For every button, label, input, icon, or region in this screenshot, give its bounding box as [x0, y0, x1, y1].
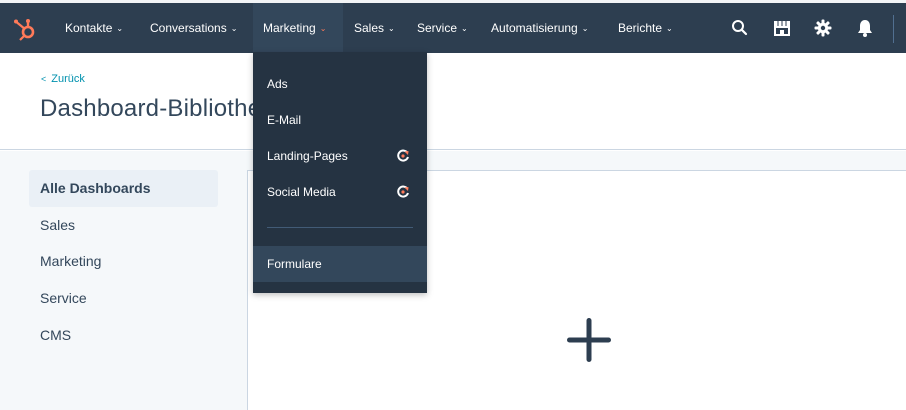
nav-label: Berichte	[618, 21, 663, 35]
menu-item-social-media[interactable]: Social Media	[253, 174, 427, 210]
chevron-down-icon: ⌄	[319, 24, 327, 33]
nav-label: Sales	[354, 21, 385, 35]
nav-item-sales[interactable]: Sales ⌄	[354, 3, 395, 53]
menu-item-e-mail[interactable]: E-Mail	[253, 102, 427, 138]
plus-icon[interactable]	[566, 317, 612, 363]
menu-item-landing-pages[interactable]: Landing-Pages	[253, 138, 427, 174]
back-arrow-icon: <	[41, 74, 47, 84]
nav-item-conversations[interactable]: Conversations ⌄	[150, 3, 237, 53]
chevron-down-icon: ⌄	[581, 24, 589, 33]
back-link-label: Zurück	[51, 73, 85, 85]
menu-item-ads[interactable]: Ads	[253, 66, 427, 102]
chevron-down-icon: ⌄	[388, 24, 395, 33]
sidebar-item-alle-dashboards[interactable]: Alle Dashboards	[29, 170, 218, 207]
chevron-down-icon: ⌄	[461, 24, 468, 33]
top-navigation: Kontakte ⌄ Conversations ⌄ Marketing ⌄ Sale…	[0, 0, 906, 53]
nav-label: Marketing	[263, 21, 316, 35]
marketing-dropdown-menu: Ads E-Mail Landing-Pages Social Media Fo…	[253, 52, 427, 293]
sidebar-item-sales[interactable]: Sales	[29, 207, 218, 244]
nav-item-kontakte[interactable]: Kontakte ⌄	[65, 3, 123, 53]
menu-divider	[267, 227, 413, 228]
chevron-down-icon: ⌄	[116, 24, 124, 33]
refresh-badge-icon	[397, 149, 409, 162]
menu-item-label: E-Mail	[267, 113, 302, 127]
nav-item-marketing[interactable]: Marketing ⌄	[253, 3, 343, 53]
nav-label: Kontakte	[65, 21, 113, 35]
menu-item-label: Landing-Pages	[267, 149, 348, 163]
marketplace-icon[interactable]	[772, 18, 792, 38]
sidebar-item-marketing[interactable]: Marketing	[29, 243, 218, 280]
menu-item-label: Social Media	[267, 185, 336, 199]
chevron-down-icon: ⌄	[230, 24, 238, 33]
sidebar-item-service[interactable]: Service	[29, 280, 218, 317]
notifications-icon[interactable]	[855, 18, 875, 38]
chevron-down-icon: ⌄	[666, 24, 673, 33]
nav-label: Service	[417, 21, 458, 35]
refresh-badge-icon	[397, 185, 409, 198]
search-icon[interactable]	[730, 18, 750, 38]
settings-icon[interactable]	[813, 18, 833, 38]
back-link[interactable]: < Zurück	[41, 73, 85, 85]
menu-item-formulare[interactable]: Formulare	[253, 246, 427, 282]
sidebar-item-cms[interactable]: CMS	[29, 317, 218, 354]
page-title: Dashboard-Bibliothek	[40, 95, 274, 122]
nav-item-berichte[interactable]: Berichte ⌄	[618, 3, 673, 53]
nav-label: Conversations	[150, 21, 227, 35]
menu-item-label: Ads	[267, 77, 288, 91]
nav-divider	[893, 15, 894, 43]
nav-item-service[interactable]: Service ⌄	[417, 3, 468, 53]
menu-item-label: Formulare	[267, 257, 322, 271]
nav-label: Automatisierung	[491, 21, 578, 35]
hubspot-logo[interactable]	[11, 16, 39, 44]
nav-item-automatisierung[interactable]: Automatisierung ⌄	[491, 3, 588, 53]
